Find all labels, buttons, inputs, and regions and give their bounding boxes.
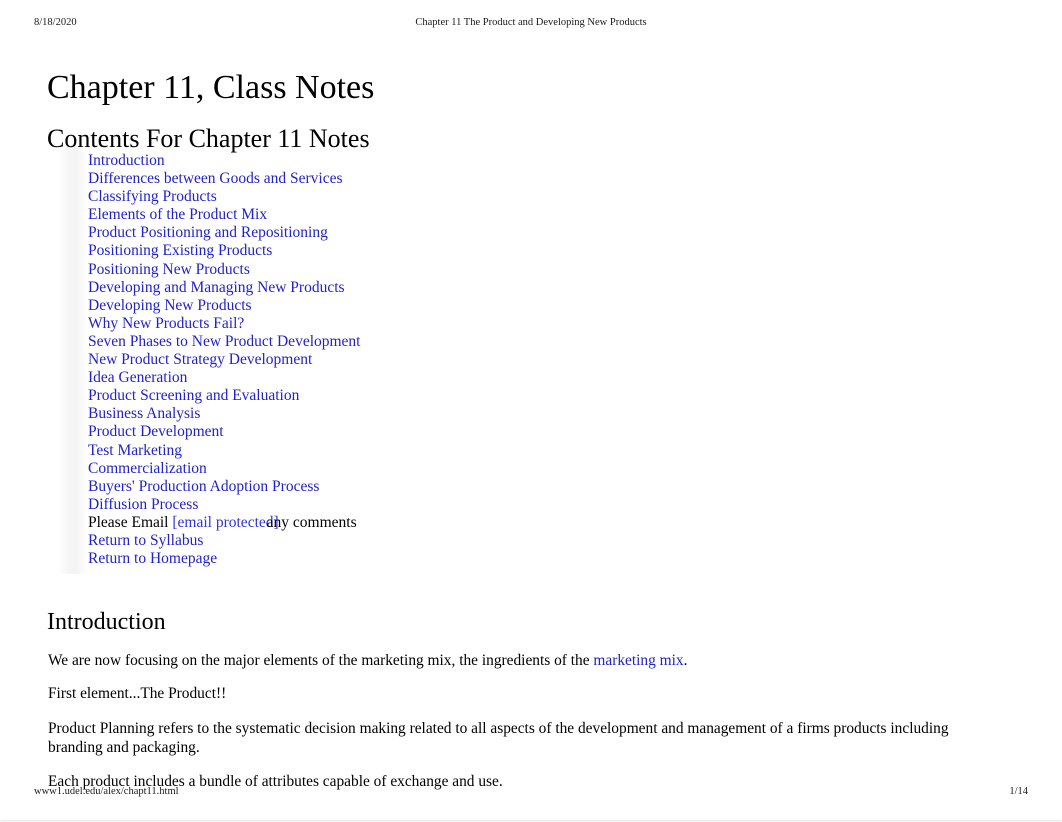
list-item: Buyers' Production Adoption Process [88,478,788,496]
list-item: Return to Syllabus [88,532,788,550]
email-line: Please Email [email protected]any commen… [88,514,788,532]
print-footer: www1.udel.edu/alex/chapt11.html 1/14 [0,786,1062,800]
toc-link[interactable]: Return to Syllabus [88,532,203,549]
toc-link[interactable]: Developing and Managing New Products [88,279,345,296]
toc-link[interactable]: Positioning Existing Products [88,242,272,259]
list-item: Product Development [88,423,788,441]
toc-link[interactable]: Why New Products Fail? [88,315,244,332]
list-item: Idea Generation [88,369,788,387]
list-item: Elements of the Product Mix [88,206,788,224]
list-item: Introduction [88,152,788,170]
list-item: Product Screening and Evaluation [88,387,788,405]
toc-link[interactable]: Classifying Products [88,188,217,205]
list-item: Commercialization [88,460,788,478]
email-link[interactable]: [email protected] [172,514,278,531]
toc-link[interactable]: Buyers' Production Adoption Process [88,478,319,495]
list-item: Developing and Managing New Products [88,279,788,297]
toc-link[interactable]: Introduction [88,152,165,169]
list-item: Positioning New Products [88,261,788,279]
toc-link[interactable]: Seven Phases to New Product Development [88,333,361,350]
list-item: New Product Strategy Development [88,351,788,369]
introduction-paragraph-1: We are now focusing on the major element… [48,652,1008,671]
document-page: 8/18/2020 Chapter 11 The Product and Dev… [0,0,1062,820]
list-item: Test Marketing [88,442,788,460]
list-item: Differences between Goods and Services [88,170,788,188]
list-item: Positioning Existing Products [88,242,788,260]
introduction-heading: Introduction [47,608,166,635]
toc-link[interactable]: Idea Generation [88,369,187,386]
toc-link[interactable]: Product Screening and Evaluation [88,387,299,404]
toc-link[interactable]: Developing New Products [88,297,252,314]
page-title: Chapter 11, Class Notes [47,68,375,106]
print-footer-page-number: 1/14 [1009,786,1028,797]
list-item: Return to Homepage [88,550,788,568]
introduction-paragraph-3: Product Planning refers to the systemati… [48,720,949,756]
toc-link[interactable]: Commercialization [88,460,207,477]
print-header-title: Chapter 11 The Product and Developing Ne… [415,17,647,28]
intro-p1-text-before: We are now focusing on the major element… [48,652,594,670]
toc-link[interactable]: New Product Strategy Development [88,351,312,368]
toc-link[interactable]: Product Positioning and Repositioning [88,224,328,241]
list-item: Diffusion Process [88,496,788,514]
email-line-prefix: Please Email [88,513,173,531]
toc-link[interactable]: Product Development [88,423,224,440]
toc-link[interactable]: Diffusion Process [88,496,198,513]
list-item: Developing New Products [88,297,788,315]
email-line-suffix: any comments [266,513,357,531]
toc-link[interactable]: Elements of the Product Mix [88,206,267,223]
toc-link[interactable]: Differences between Goods and Services [88,170,343,187]
introduction-paragraph-2: First element...The Product!! [48,685,227,703]
list-item: Seven Phases to New Product Development [88,333,788,351]
list-item: Business Analysis [88,405,788,423]
marketing-mix-link[interactable]: marketing mix [593,652,683,669]
list-item: Classifying Products [88,188,788,206]
intro-p1-text-after: . [683,652,688,670]
toc-link[interactable]: Business Analysis [88,405,200,422]
list-item: Why New Products Fail? [88,315,788,333]
contents-heading: Contents For Chapter 11 Notes [47,123,370,153]
print-footer-url: www1.udel.edu/alex/chapt11.html [34,786,179,797]
toc-link[interactable]: Return to Homepage [88,550,217,567]
table-of-contents: Introduction Differences between Goods an… [88,152,788,568]
toc-link[interactable]: Positioning New Products [88,261,250,278]
toc-link[interactable]: Test Marketing [88,442,182,459]
print-header: 8/18/2020 Chapter 11 The Product and Dev… [0,17,1062,33]
list-shadow-artifact [58,146,88,574]
list-item: Product Positioning and Repositioning [88,224,788,242]
